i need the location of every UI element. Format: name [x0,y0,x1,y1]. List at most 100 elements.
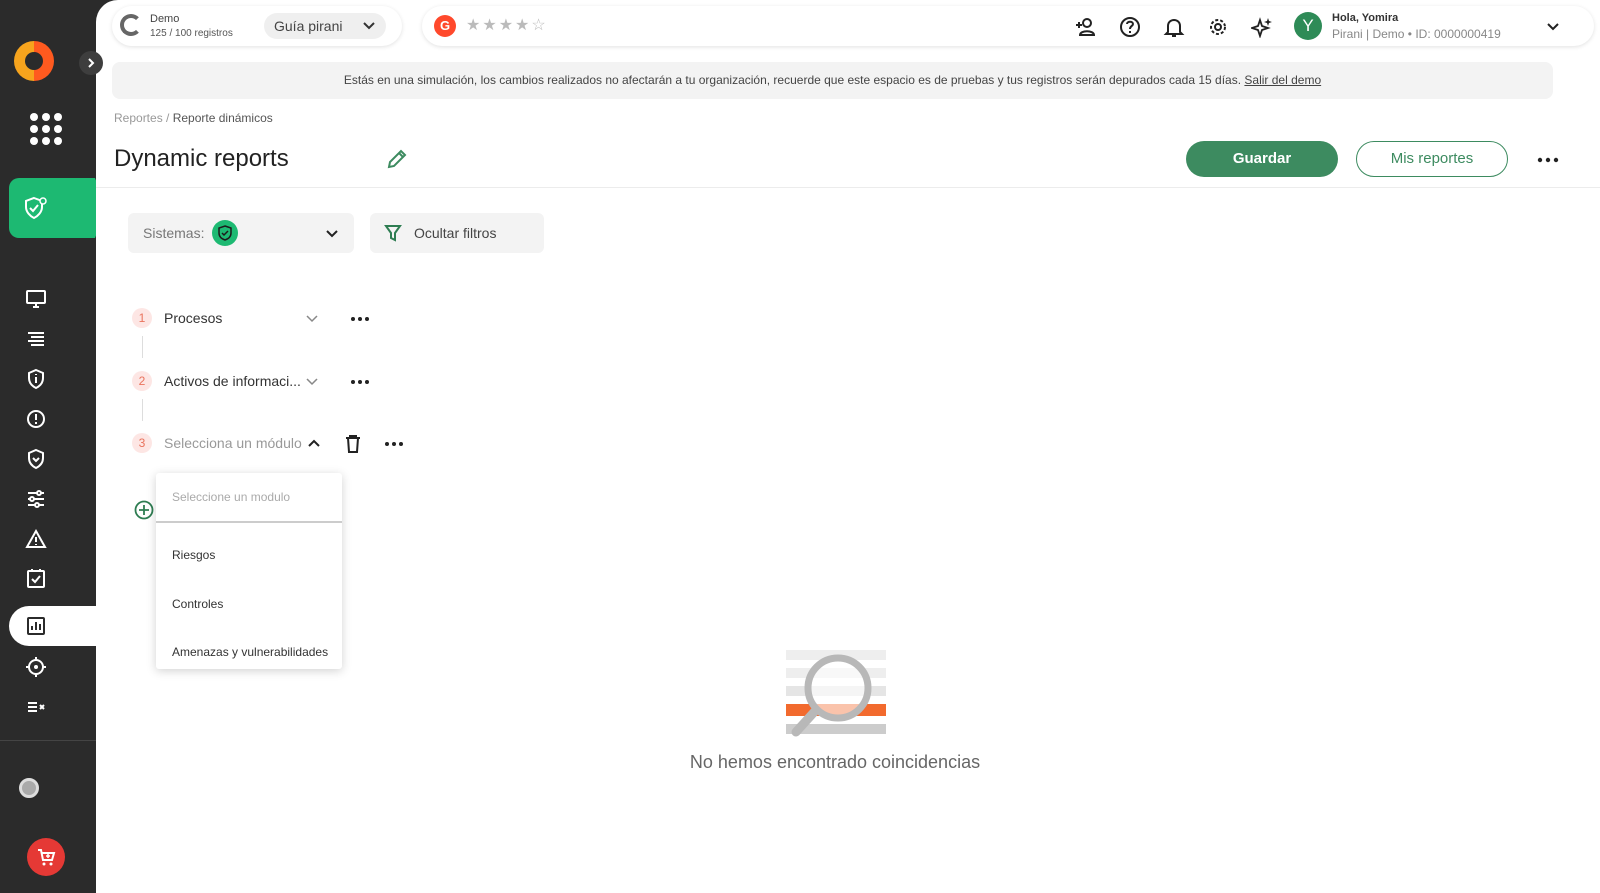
user-greeting: Hola, Yomira [1332,12,1399,24]
apps-grid-icon[interactable] [30,113,62,145]
step-more-button[interactable] [384,437,404,456]
monitor-icon [26,290,46,308]
step-more-button[interactable] [350,312,370,331]
breadcrumb-parent[interactable]: Reportes / [114,111,169,125]
gear-icon [1210,19,1226,35]
chevron-up-icon[interactable] [306,435,322,456]
sidebar-collapse-button[interactable] [79,51,103,75]
g2-logo-icon[interactable]: G [434,15,456,37]
rating-stars[interactable]: ★★★★☆ [466,15,548,35]
hide-filters-button[interactable]: Ocultar filtros [370,213,544,253]
sidebar-active-indicator [9,606,99,646]
cart-button[interactable] [27,838,65,876]
pirani-logo[interactable] [14,41,54,81]
shield-down-icon [28,448,44,470]
demo-registros: 125 / 100 registros [150,28,233,39]
chevron-down-icon[interactable] [304,373,320,394]
demo-title: Demo [150,13,180,25]
add-user-icon [1076,18,1096,36]
step-number: 3 [132,433,152,453]
guide-label: Guía pirani [274,18,343,34]
more-options-button[interactable] [1536,148,1560,177]
page-title: Dynamic reports [114,145,289,172]
sliders-icon [28,490,44,508]
compare-icon [28,702,45,712]
step-3: 3 Selecciona un módulo [132,433,432,457]
notifications-button[interactable] [1162,15,1186,39]
user-menu-chevron-icon[interactable] [1542,15,1564,42]
sidebar-item-monitor[interactable] [24,287,48,311]
status-indicator-icon[interactable] [19,778,39,798]
chevron-down-icon[interactable] [304,310,320,331]
edit-title-button[interactable] [386,148,408,175]
sidebar-item-shield-down[interactable] [24,447,48,471]
add-user-button[interactable] [1074,15,1098,39]
demo-panel: Demo 125 / 100 registros Guía pirani [112,6,402,46]
list-icon [28,332,44,346]
step-1: 1 Procesos [132,308,392,332]
checklist-icon [27,569,45,588]
cart-icon [38,849,56,866]
hide-filters-label: Ocultar filtros [414,225,497,241]
more-horizontal-icon [351,317,369,321]
ai-sparkle-button[interactable] [1250,15,1274,39]
target-icon [26,657,46,677]
sidebar-item-list[interactable] [24,327,48,351]
sidebar-item-reports[interactable] [24,614,48,638]
sidebar-item-sliders[interactable] [24,487,48,511]
step-number: 2 [132,371,152,391]
sidebar-item-compare[interactable] [24,695,48,719]
chevron-down-icon [324,225,340,246]
dropdown-option-riesgos[interactable]: Riesgos [172,548,215,562]
module-search-input[interactable]: Seleccione un modulo [156,473,342,523]
filter-icon [384,224,402,247]
systems-label: Sistemas: [143,225,205,241]
guide-dropdown[interactable]: Guía pirani [264,13,386,39]
breadcrumb: Reportes / Reporte dinámicos [114,111,273,125]
more-horizontal-icon [351,380,369,384]
shield-info-icon [28,368,44,390]
shield-check-icon [212,220,238,246]
alert-circle-icon [27,410,45,428]
chevron-down-icon [362,13,376,47]
help-button[interactable] [1118,15,1142,39]
demo-progress-icon [120,14,142,36]
report-icon [27,617,45,635]
breadcrumb-current: Reporte dinámicos [172,111,273,125]
step-label[interactable]: Activos de informaci... [164,373,301,389]
trash-icon [346,435,360,453]
empty-state-message: No hemos encontrado coincidencias [689,752,981,772]
more-horizontal-icon [385,442,403,446]
security-app-button[interactable] [9,178,107,238]
step-connector [142,399,143,421]
step-number: 1 [132,308,152,328]
step-more-button[interactable] [350,375,370,394]
more-horizontal-icon [1537,157,1559,163]
step-label[interactable]: Procesos [164,310,222,326]
topbar: G ★★★★☆ Y Hola, Yomira Pirani | Demo • I… [422,6,1594,46]
dropdown-option-controles[interactable]: Controles [172,597,223,611]
module-select-input[interactable]: Selecciona un módulo [164,435,302,451]
shield-gear-icon [25,196,47,220]
exit-demo-link[interactable]: Salir del demo [1244,73,1321,87]
settings-button[interactable] [1206,15,1230,39]
add-step-button[interactable] [134,500,154,525]
sidebar-item-alert[interactable] [24,407,48,431]
user-subtitle: Pirani | Demo • ID: 0000000419 [1332,27,1501,41]
sidebar-item-warning[interactable] [24,527,48,551]
sparkle-icon [1251,17,1272,38]
dropdown-option-amenazas[interactable]: Amenazas y vulnerabilidades [172,645,328,659]
my-reports-button[interactable]: Mis reportes [1356,141,1508,177]
sidebar-item-checklist[interactable] [24,566,48,590]
demo-banner: Estás en una simulación, los cambios rea… [112,62,1553,99]
step-connector [142,336,143,358]
systems-filter-dropdown[interactable]: Sistemas: [128,213,354,253]
user-avatar[interactable]: Y [1294,12,1322,40]
save-button[interactable]: Guardar [1186,141,1338,177]
sidebar-item-shield-info[interactable] [24,367,48,391]
pencil-icon [387,149,407,169]
delete-step-button[interactable] [344,434,362,459]
sidebar-item-target[interactable] [24,655,48,679]
plus-circle-icon [134,500,154,520]
bell-icon [1163,18,1185,37]
